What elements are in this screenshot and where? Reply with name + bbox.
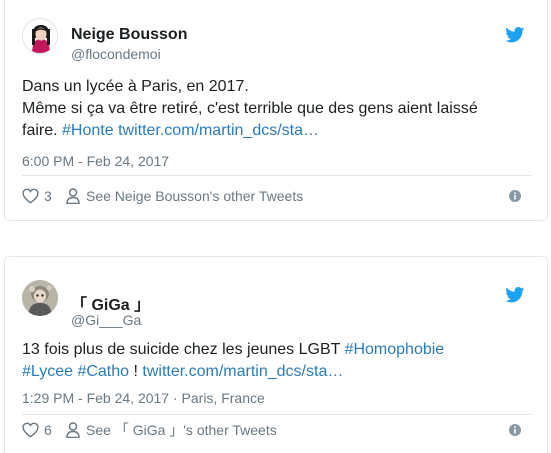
hashtag-link[interactable]: #Homophobie [345, 341, 445, 358]
info-icon[interactable] [509, 190, 521, 202]
url-link[interactable]: twitter.com/martin_dcs/sta… [118, 122, 319, 139]
divider [22, 175, 531, 176]
tweet-text-fragment: 13 fois plus de suicide chez les jeunes … [22, 341, 345, 358]
tweet-actions: 6 See 「 GiGa 」's other Tweets [22, 419, 531, 441]
tweet-text: 13 fois plus de suicide chez les jeunes … [22, 339, 531, 383]
hashtag-link[interactable]: #Honte [62, 122, 114, 139]
see-other-tweets-link[interactable]: See Neige Bousson's other Tweets [66, 185, 303, 207]
twitter-bird-icon[interactable] [505, 27, 525, 43]
like-count: 6 [44, 422, 52, 438]
timestamp[interactable]: 1:29 PM - Feb 24, 2017 · Paris, France [22, 390, 265, 406]
avatar[interactable] [22, 18, 58, 54]
author-handle[interactable]: @flocondemoi [71, 46, 161, 62]
see-other-tweets-label: See 「 GiGa 」's other Tweets [86, 422, 277, 438]
twitter-bird-icon[interactable] [505, 287, 525, 303]
author-handle[interactable]: @Gi___Ga [71, 312, 141, 328]
tweet-card[interactable]: Neige Bousson @flocondemoi Dans un lycée… [4, 0, 548, 221]
like-count: 3 [44, 188, 52, 204]
see-other-tweets-link[interactable]: See 「 GiGa 」's other Tweets [66, 419, 277, 441]
tweet-text-line: Dans un lycée à Paris, en 2017. [22, 78, 249, 95]
avatar[interactable] [22, 280, 58, 316]
tweet-text-line: faire. #Honte twitter.com/martin_dcs/sta… [22, 120, 531, 142]
url-link[interactable]: twitter.com/martin_dcs/sta… [142, 363, 343, 380]
tweet-text-line: 13 fois plus de suicide chez les jeunes … [22, 339, 531, 361]
tweet-text-fragment: faire. [22, 122, 63, 139]
like-button[interactable]: 3 [22, 185, 52, 207]
tweet-card[interactable]: 「 GiGa 」 @Gi___Ga 13 fois plus de suicid… [4, 256, 548, 453]
person-icon [66, 188, 80, 204]
tweet-text-line: #Lycee #Catho ! twitter.com/martin_dcs/s… [22, 361, 531, 383]
tweet-actions: 3 See Neige Bousson's other Tweets [22, 185, 531, 207]
see-other-tweets-label: See Neige Bousson's other Tweets [86, 188, 304, 204]
timestamp[interactable]: 6:00 PM - Feb 24, 2017 [22, 153, 169, 169]
like-button[interactable]: 6 [22, 419, 52, 441]
hashtag-link[interactable]: #Catho [77, 363, 129, 380]
author-name[interactable]: Neige Bousson [71, 26, 187, 44]
hashtag-link[interactable]: #Lycee [22, 363, 73, 380]
heart-icon [22, 188, 39, 204]
tweet-text-fragment: ! [129, 363, 143, 380]
divider [22, 414, 531, 415]
info-icon[interactable] [509, 424, 521, 436]
person-icon [66, 422, 80, 438]
tweet-text: Dans un lycée à Paris, en 2017. Même si … [22, 76, 531, 142]
heart-icon [22, 422, 39, 438]
tweet-text-line: Même si ça va être retiré, c'est terribl… [22, 100, 478, 117]
